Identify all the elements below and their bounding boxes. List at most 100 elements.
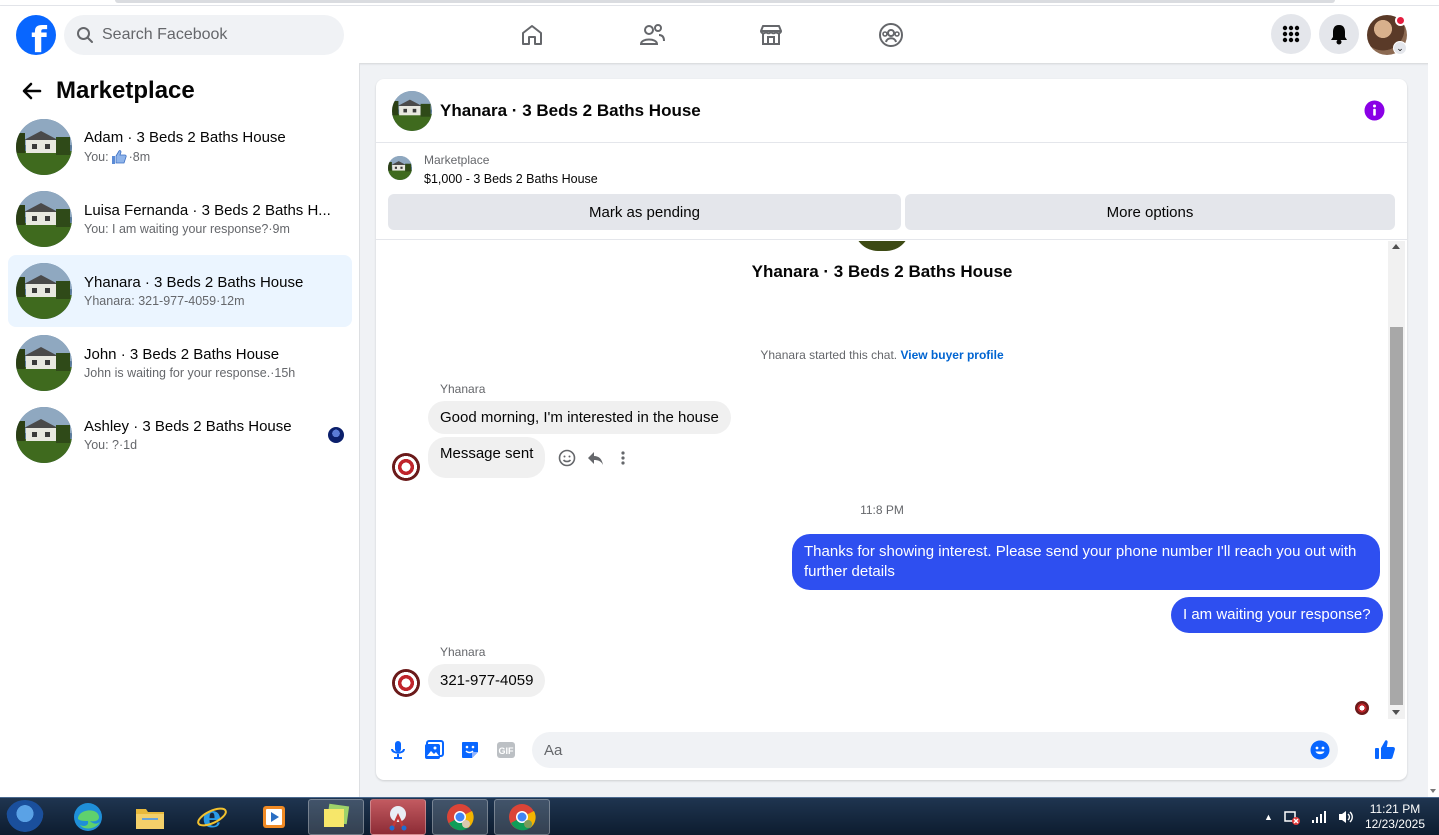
clock-time: 11:21 PM <box>1369 802 1421 816</box>
listing-thumbnail-small <box>388 156 412 180</box>
chat-header-thumbnail[interactable] <box>392 90 432 131</box>
outgoing-message[interactable]: I am waiting your response? <box>1171 597 1383 633</box>
sender-avatar[interactable] <box>392 669 420 697</box>
view-buyer-profile-link[interactable]: View buyer profile <box>900 348 1003 362</box>
friends-icon[interactable] <box>637 20 667 50</box>
notifications-button[interactable] <box>1319 14 1359 54</box>
network-icon[interactable] <box>1283 809 1301 825</box>
conversation-snippet: You: ·8m <box>84 149 334 165</box>
message-thread: Yhanara · 3 Beds 2 Baths House Yhanara s… <box>376 241 1407 719</box>
listing-thumbnail <box>16 191 72 247</box>
listing-thumbnail <box>16 335 72 391</box>
snippet-text: Yhanara: 321-977-4059 <box>84 294 217 308</box>
sender-name: Yhanara <box>440 645 486 659</box>
snippet-time: ·8m <box>128 150 151 164</box>
react-icon[interactable] <box>558 449 576 467</box>
seen-avatar <box>328 427 344 443</box>
incoming-message[interactable]: 321-977-4059 <box>428 664 546 697</box>
thread-scrollbar[interactable] <box>1388 241 1405 719</box>
snippet-time: ·12m <box>216 294 245 308</box>
taskbar-clock[interactable]: 11:21 PM 12/23/2025 <box>1365 802 1425 832</box>
sticky-notes-icon[interactable] <box>308 799 364 835</box>
message-input[interactable] <box>532 732 1292 768</box>
facebook-logo[interactable]: f <box>16 15 56 55</box>
more-options-button[interactable]: More options <box>905 194 1395 230</box>
read-receipt-avatar <box>1355 701 1369 715</box>
clock-date: 12/23/2025 <box>1364 817 1425 831</box>
volume-icon[interactable] <box>1337 809 1355 825</box>
info-icon[interactable] <box>1364 100 1385 121</box>
conversation-item[interactable]: Adam · 3 Beds 2 Baths House You: ·8m <box>8 111 352 183</box>
listing-thumbnail <box>16 263 72 319</box>
reply-icon[interactable] <box>586 449 604 467</box>
microphone-icon[interactable] <box>387 739 409 761</box>
gif-icon[interactable]: GIF <box>495 739 517 761</box>
chevron-down-icon[interactable]: ⌄ <box>1393 41 1407 55</box>
top-navigation-bar: f ⌄ <box>0 6 1439 63</box>
start-button[interactable] <box>6 800 44 834</box>
system-tray: ▲ 11:21 PM 12/23/2025 <box>1264 802 1425 832</box>
message-composer: GIF <box>376 731 1407 771</box>
snippet-time: ·9m <box>268 222 290 236</box>
conversation-item[interactable]: John · 3 Beds 2 Baths House John is wait… <box>8 327 352 399</box>
groups-icon[interactable] <box>876 20 906 50</box>
conversation-snippet: John is waiting for your response. ·15h <box>84 366 334 380</box>
sender-name: Yhanara <box>440 382 486 396</box>
page-scroll-down-arrow[interactable] <box>1430 789 1436 793</box>
windows-taskbar: e ▲ 11:21 PM 12/23/2025 <box>0 797 1439 835</box>
snippet-prefix: You: <box>84 150 109 164</box>
page-scrollbar[interactable] <box>1428 6 1439 797</box>
chat-started-notice: Yhanara started this chat. View buyer pr… <box>376 348 1388 362</box>
tray-expand-icon[interactable]: ▲ <box>1264 812 1273 822</box>
home-icon[interactable] <box>517 20 547 50</box>
search-box[interactable] <box>64 15 344 55</box>
conversation-item[interactable]: Ashley · 3 Beds 2 Baths House You: ? ·1d <box>8 399 352 471</box>
listing-source: Marketplace <box>424 153 490 167</box>
listing-title[interactable]: $1,000 - 3 Beds 2 Baths House <box>424 172 598 186</box>
photo-icon[interactable] <box>423 739 445 761</box>
search-icon <box>77 27 93 43</box>
menu-grid-button[interactable] <box>1271 14 1311 54</box>
snippet-time: ·1d <box>119 438 138 452</box>
outgoing-message[interactable]: Thanks for showing interest. Please send… <box>792 534 1380 590</box>
signal-icon[interactable] <box>1311 810 1327 824</box>
snippet-text: You: I am waiting your response? <box>84 222 269 236</box>
emoji-icon[interactable] <box>1310 740 1330 760</box>
message-input-wrapper <box>532 732 1338 768</box>
scroll-up-arrow[interactable] <box>1392 244 1400 249</box>
edge-icon[interactable] <box>60 799 116 835</box>
conversation-item-active[interactable]: Yhanara · 3 Beds 2 Baths House Yhanara: … <box>8 255 352 327</box>
chat-header: Yhanara · 3 Beds 2 Baths House <box>376 79 1407 143</box>
marketplace-icon[interactable] <box>756 20 786 50</box>
more-actions-icon[interactable] <box>614 449 632 467</box>
sidebar-title: Marketplace <box>56 77 195 104</box>
chat-header-title[interactable]: Yhanara · 3 Beds 2 Baths House <box>440 101 701 121</box>
media-player-icon[interactable] <box>246 799 302 835</box>
started-text: Yhanara started this chat. <box>760 348 898 362</box>
message-actions <box>558 449 632 467</box>
file-explorer-icon[interactable] <box>122 799 178 835</box>
conversation-snippet: Yhanara: 321-977-4059 ·12m <box>84 294 334 308</box>
chrome-profile-icon[interactable] <box>494 799 550 835</box>
chrome-icon[interactable] <box>432 799 488 835</box>
sticker-icon[interactable] <box>459 739 481 761</box>
internet-explorer-icon[interactable]: e <box>184 799 240 835</box>
listing-bar: Marketplace $1,000 - 3 Beds 2 Baths Hous… <box>376 144 1407 240</box>
incoming-message[interactable]: Good morning, I'm interested in the hous… <box>428 401 731 434</box>
snipping-tool-icon[interactable] <box>370 799 426 835</box>
like-icon <box>111 150 127 164</box>
back-arrow-icon[interactable] <box>20 79 44 103</box>
marketplace-sidebar: Marketplace Adam · 3 Beds 2 Baths House … <box>0 63 360 797</box>
like-send-icon[interactable] <box>1374 739 1396 761</box>
snippet-time: ·15h <box>270 366 296 380</box>
menu-grid-icon <box>1282 25 1300 43</box>
scroll-thumb[interactable] <box>1390 327 1403 705</box>
scroll-down-arrow[interactable] <box>1392 710 1400 715</box>
incoming-message[interactable]: Message sent <box>428 437 546 478</box>
search-input[interactable] <box>102 26 322 44</box>
mark-as-pending-button[interactable]: Mark as pending <box>388 194 901 230</box>
notification-dot <box>1395 15 1406 26</box>
chat-panel: Yhanara · 3 Beds 2 Baths House Marketpla… <box>376 79 1407 780</box>
conversation-item[interactable]: Luisa Fernanda · 3 Beds 2 Baths H... You… <box>8 183 352 255</box>
sender-avatar[interactable] <box>392 453 420 481</box>
